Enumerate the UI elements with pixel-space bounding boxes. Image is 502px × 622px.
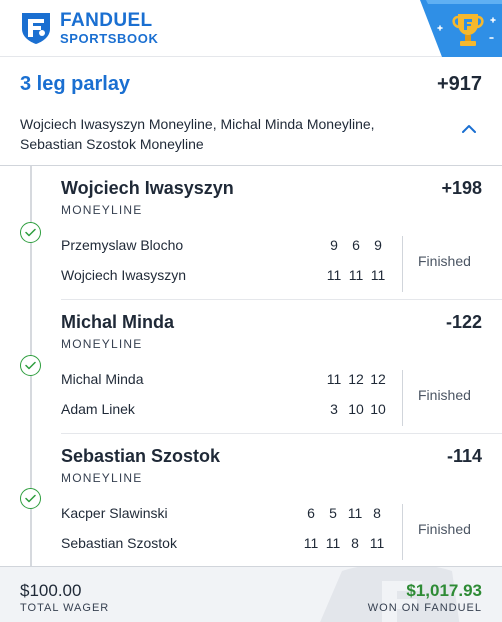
set-score: 8: [373, 505, 381, 521]
player-name: Przemyslaw Blocho: [61, 237, 184, 253]
set-score: 9: [330, 237, 338, 253]
set-score: 12: [370, 371, 386, 387]
player-name: Sebastian Szostok: [61, 535, 177, 551]
leg-selection-name: Michal Minda: [61, 312, 175, 332]
set-score: 11: [347, 505, 363, 521]
parlay-description: Wojciech Iwasyszyn Moneyline, Michal Min…: [20, 116, 375, 152]
set-score: 10: [348, 401, 364, 417]
leg-odds: +198: [441, 178, 482, 198]
set-score: 5: [329, 505, 337, 521]
leg-odds: -122: [445, 312, 482, 332]
total-wager-amount: $100.00: [20, 581, 82, 600]
chevron-up-icon[interactable]: [462, 124, 476, 134]
brand-subtitle: SPORTSBOOK: [60, 31, 159, 46]
parlay-odds: +917: [436, 73, 482, 95]
set-score: 6: [352, 237, 360, 253]
won-amount: $1,017.93: [406, 581, 482, 600]
fanduel-shield-icon: [22, 13, 50, 44]
legs-list: Wojciech Iwasyszyn +198 MONEYLINE Przemy…: [0, 166, 502, 566]
player-name: Michal Minda: [61, 371, 144, 387]
app-header: FANDUEL SPORTSBOOK: [0, 0, 502, 57]
set-score: 11: [326, 267, 342, 283]
set-score: 3: [330, 401, 338, 417]
set-score: 11: [326, 371, 342, 387]
leg-selection-name: Sebastian Szostok: [61, 446, 221, 466]
set-score: 11: [370, 267, 386, 283]
leg-card: Wojciech Iwasyszyn +198 MONEYLINE Przemy…: [0, 166, 502, 300]
bet-footer: $100.00 TOTAL WAGER $1,017.93 WON ON FAN…: [0, 566, 502, 622]
leg-market: MONEYLINE: [61, 337, 143, 351]
leg-status: Finished: [418, 521, 471, 537]
leg-status: Finished: [418, 387, 471, 403]
rewards-badge[interactable]: [412, 0, 502, 57]
set-score: 11: [348, 267, 364, 283]
divider: [402, 504, 403, 560]
set-score: 12: [348, 371, 364, 387]
leg-market: MONEYLINE: [61, 203, 143, 217]
leg-card: Michal Minda -122 MONEYLINE Michal Minda…: [0, 300, 502, 434]
player-name: Adam Linek: [61, 401, 135, 417]
won-label: WON ON FANDUEL: [367, 602, 482, 614]
win-check-icon: [20, 222, 41, 243]
parlay-title: 3 leg parlay: [20, 73, 131, 95]
divider: [402, 236, 403, 292]
player-name: Kacper Slawinski: [61, 505, 168, 521]
set-score: 8: [351, 535, 359, 551]
set-score: 11: [325, 535, 341, 551]
leg-odds: -114: [446, 446, 482, 466]
leg-selection-name: Wojciech Iwasyszyn: [61, 178, 234, 198]
brand-name: FANDUEL: [60, 10, 153, 31]
win-check-icon: [20, 355, 41, 376]
player-name: Wojciech Iwasyszyn: [61, 267, 187, 283]
leg-card: Sebastian Szostok -114 MONEYLINE Kacper …: [0, 434, 502, 568]
set-score: 11: [369, 535, 385, 551]
leg-market: MONEYLINE: [61, 471, 143, 485]
total-wager-label: TOTAL WAGER: [20, 602, 110, 614]
set-score: 10: [370, 401, 386, 417]
leg-status: Finished: [418, 253, 471, 269]
set-score: 6: [307, 505, 315, 521]
trophy-icon: [420, 0, 502, 57]
win-check-icon: [20, 488, 41, 509]
set-score: 11: [303, 535, 319, 551]
divider: [402, 370, 403, 426]
set-score: 9: [374, 237, 382, 253]
